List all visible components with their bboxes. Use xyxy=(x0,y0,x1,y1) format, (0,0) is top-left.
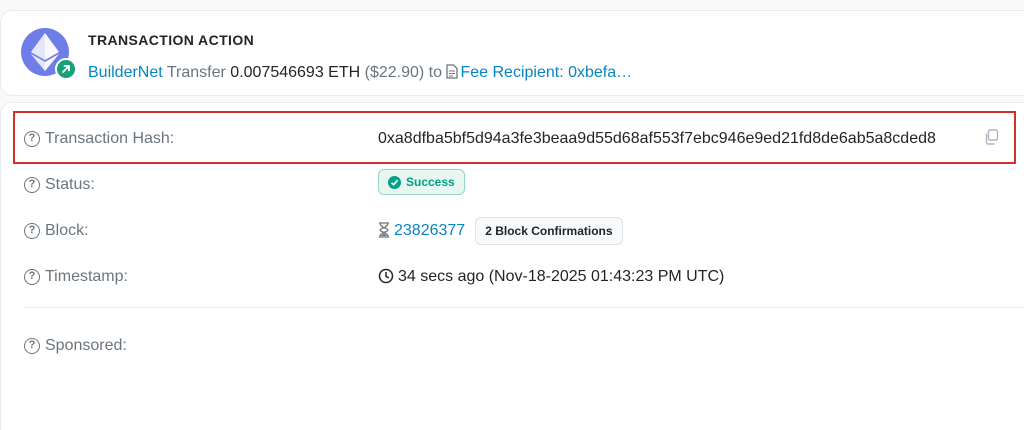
timestamp-value: 34 secs ago (Nov-18-2025 01:43:23 PM UTC… xyxy=(398,268,725,285)
recipient-link[interactable]: Fee Recipient: 0xbefa… xyxy=(460,64,632,81)
action-title: TRANSACTION ACTION xyxy=(88,32,255,48)
confirmations-badge: 2 Block Confirmations xyxy=(475,217,623,245)
clock-icon xyxy=(378,268,398,286)
from-link[interactable]: BuilderNet xyxy=(88,64,163,81)
action-summary: BuilderNet Transfer 0.007546693 ETH ($22… xyxy=(88,64,632,84)
document-icon xyxy=(446,64,459,84)
sponsored-row: ? Sponsored: xyxy=(24,332,1024,360)
block-label: ? Block: xyxy=(24,222,89,240)
sponsored-label: ? Sponsored: xyxy=(24,337,127,355)
to-text: to xyxy=(428,64,443,81)
block-number-link[interactable]: 23826377 xyxy=(394,222,465,240)
timestamp-label: ? Timestamp: xyxy=(24,268,128,286)
status-badge: Success xyxy=(378,169,465,195)
help-icon[interactable]: ? xyxy=(24,269,40,285)
usd-value: ($22.90) xyxy=(364,64,425,81)
hourglass-icon xyxy=(378,221,390,241)
help-icon[interactable]: ? xyxy=(24,338,40,354)
status-label: ? Status: xyxy=(24,176,95,194)
status-row: ? Status: Success xyxy=(24,169,1024,199)
amount-text: 0.007546693 ETH xyxy=(230,64,361,81)
arrow-up-right-icon xyxy=(55,58,77,80)
verb-text: Transfer xyxy=(166,64,226,81)
block-row: ? Block: 23826377 2 Block Confirmations xyxy=(24,217,1024,245)
help-icon[interactable]: ? xyxy=(24,223,40,239)
section-divider xyxy=(24,307,1024,308)
transaction-action-card: TRANSACTION ACTION BuilderNet Transfer 0… xyxy=(0,10,1024,96)
hash-highlight-box xyxy=(13,111,1016,164)
eth-token-badge xyxy=(21,28,79,86)
check-circle-icon xyxy=(388,175,401,189)
help-icon[interactable]: ? xyxy=(24,177,40,193)
timestamp-row: ? Timestamp: 34 secs ago (Nov-18-2025 01… xyxy=(24,263,1024,291)
